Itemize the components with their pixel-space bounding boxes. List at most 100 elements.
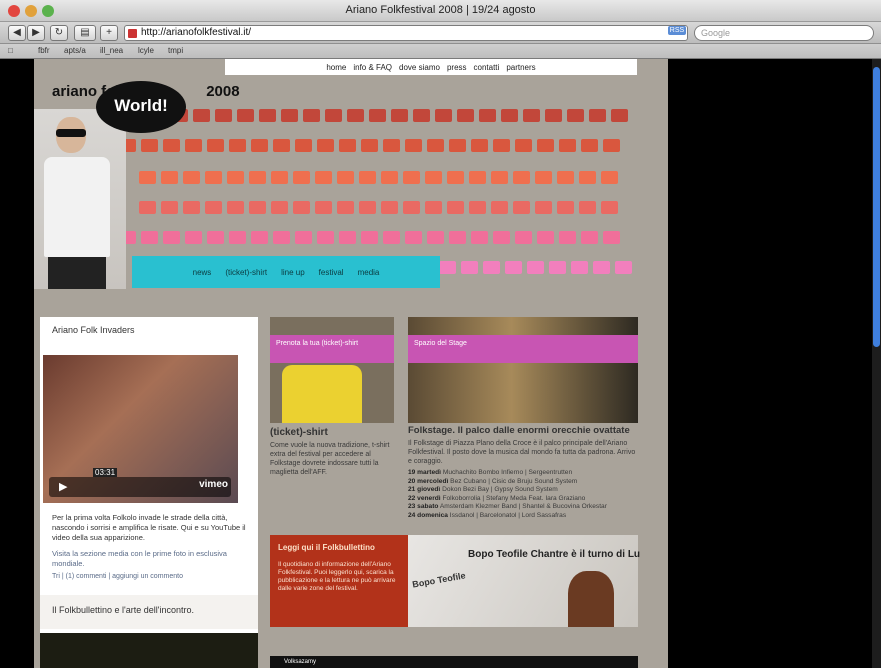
invader-shape — [491, 201, 508, 214]
invader-shape — [581, 139, 598, 152]
bottom-bar: Volksazamy — [270, 656, 638, 668]
url-text: http://arianofolkfestival.it/ — [141, 27, 252, 38]
section-title: Ariano Folk Invaders — [52, 325, 135, 335]
address-bar[interactable]: http://arianofolkfestival.it/ — [124, 25, 688, 41]
invader-shape — [579, 201, 596, 214]
header-person-image — [34, 109, 126, 289]
browser-window: Ariano Folkfestival 2008 | 19/24 agosto … — [0, 0, 881, 668]
bookmark-icon[interactable]: ▤ — [74, 25, 96, 41]
invader-shape — [471, 139, 488, 152]
nav-press[interactable]: press — [447, 63, 467, 72]
vimeo-logo[interactable]: vimeo — [199, 479, 228, 490]
bookmark-item[interactable]: fbfr — [38, 46, 50, 55]
invader-shape — [579, 171, 596, 184]
invader-shape — [391, 109, 408, 122]
dark-photo — [40, 633, 258, 668]
article-text: Per la prima volta Folkolo invade le str… — [52, 513, 246, 542]
invader-shape — [469, 171, 486, 184]
invader-shape — [141, 139, 158, 152]
bookmark-item[interactable]: ill_nea — [100, 46, 123, 55]
card2-title[interactable]: Folkstage. Il palco dalle enormi orecchi… — [408, 425, 648, 436]
nav-contatti[interactable]: contatti — [474, 63, 500, 72]
menu-ticket-shirt[interactable]: (ticket)-shirt — [225, 268, 267, 277]
title-bar: Ariano Folkfestival 2008 | 19/24 agosto — [0, 0, 881, 22]
invader-shape — [593, 261, 610, 274]
invader-shape — [537, 139, 554, 152]
menu-news[interactable]: news — [193, 268, 212, 277]
invader-shape — [315, 171, 332, 184]
person-pants — [48, 257, 106, 289]
invader-shape — [449, 139, 466, 152]
red-box-text: Il quotidiano di informazione dell'Arian… — [278, 561, 396, 592]
play-icon[interactable]: ▶ — [59, 480, 67, 493]
invader-shape — [207, 139, 224, 152]
scrollbar-thumb[interactable] — [873, 67, 880, 347]
invader-shape — [337, 201, 354, 214]
invader-shape — [405, 139, 422, 152]
invader-shape — [315, 201, 332, 214]
favicon-icon — [128, 29, 137, 38]
invader-shape — [535, 201, 552, 214]
nav-info-faq[interactable]: info & FAQ — [353, 63, 392, 72]
invader-shape — [229, 139, 246, 152]
section-2-title[interactable]: Il Folkbullettino e l'arte dell'incontro… — [52, 605, 194, 615]
rss-icon[interactable]: RSS — [668, 26, 686, 35]
invader-shape — [549, 261, 566, 274]
add-bookmark-button[interactable]: + — [100, 25, 118, 41]
invader-shape — [601, 171, 618, 184]
invader-shape — [559, 139, 576, 152]
bookmarks-icon[interactable]: □ — [8, 46, 13, 55]
invader-shape — [359, 171, 376, 184]
menu-line-up[interactable]: line up — [281, 268, 305, 277]
folkstage-card[interactable]: Spazio del Stage — [408, 317, 638, 423]
sunglasses-icon — [56, 129, 86, 137]
invader-shape — [615, 261, 632, 274]
invader-shape — [479, 109, 496, 122]
invader-shape — [545, 109, 562, 122]
newspaper-image[interactable]: Bopo Teofile Chantre è il turno di Lu Bo… — [408, 535, 641, 627]
program-row: 20 mercoledì Bez Cubano | Cisic de Bruju… — [408, 477, 578, 485]
invader-shape — [369, 109, 386, 122]
folkbullettino-box[interactable]: Leggi qui il Folkbullettino Il quotidian… — [270, 535, 408, 627]
invader-shape — [229, 231, 246, 244]
card1-text: Come vuole la nuova tradizione, t-shirt … — [270, 442, 390, 476]
comments-link[interactable]: Tri | (1) commenti | aggiungi un comment… — [52, 573, 183, 580]
invader-shape — [317, 139, 334, 152]
search-field[interactable]: Google — [694, 25, 874, 41]
nav-dove-siamo[interactable]: dove siamo — [399, 63, 440, 72]
card-band: Spazio del Stage — [408, 335, 638, 363]
red-box-title: Leggi qui il Folkbullettino — [278, 543, 375, 552]
bookmark-item[interactable]: apts/a — [64, 46, 86, 55]
menu-media[interactable]: media — [358, 268, 380, 277]
program-row: 19 martedì Muchachito Bombo Infierno | S… — [408, 469, 573, 476]
invader-shape — [559, 231, 576, 244]
forward-button[interactable]: ▶ — [27, 25, 45, 41]
nav-home[interactable]: home — [326, 63, 346, 72]
invader-shape — [227, 171, 244, 184]
bookmark-item[interactable]: tmpi — [168, 46, 183, 55]
media-link[interactable]: Visita la sezione media con le prime fot… — [52, 549, 248, 569]
back-button[interactable]: ◀ — [8, 25, 26, 41]
bookmark-item[interactable]: lcyle — [138, 46, 154, 55]
invader-shape — [249, 201, 266, 214]
invader-shape — [527, 261, 544, 274]
card1-title[interactable]: (ticket)-shirt — [270, 427, 328, 438]
invader-shape — [381, 201, 398, 214]
video-player[interactable]: 03:31 ▶ vimeo — [43, 355, 238, 503]
invader-shape — [383, 231, 400, 244]
top-navigation: home info & FAQ dove siamo press contatt… — [225, 59, 637, 75]
invader-shape — [163, 231, 180, 244]
reload-button[interactable]: ↻ — [50, 25, 68, 41]
scrollbar[interactable] — [872, 59, 881, 668]
invader-shape — [427, 231, 444, 244]
invader-shape — [295, 139, 312, 152]
invader-shape — [483, 261, 500, 274]
nav-partners[interactable]: partners — [506, 63, 535, 72]
invader-shape — [337, 171, 354, 184]
ticket-shirt-card[interactable]: Prenota la tua (ticket)-shirt — [270, 317, 394, 423]
newspaper-headline: Bopo Teofile Chantre è il turno di Lu — [468, 549, 641, 560]
invader-shape — [603, 139, 620, 152]
menu-festival[interactable]: festival — [319, 268, 344, 277]
invader-shape — [205, 201, 222, 214]
invader-shape — [513, 171, 530, 184]
